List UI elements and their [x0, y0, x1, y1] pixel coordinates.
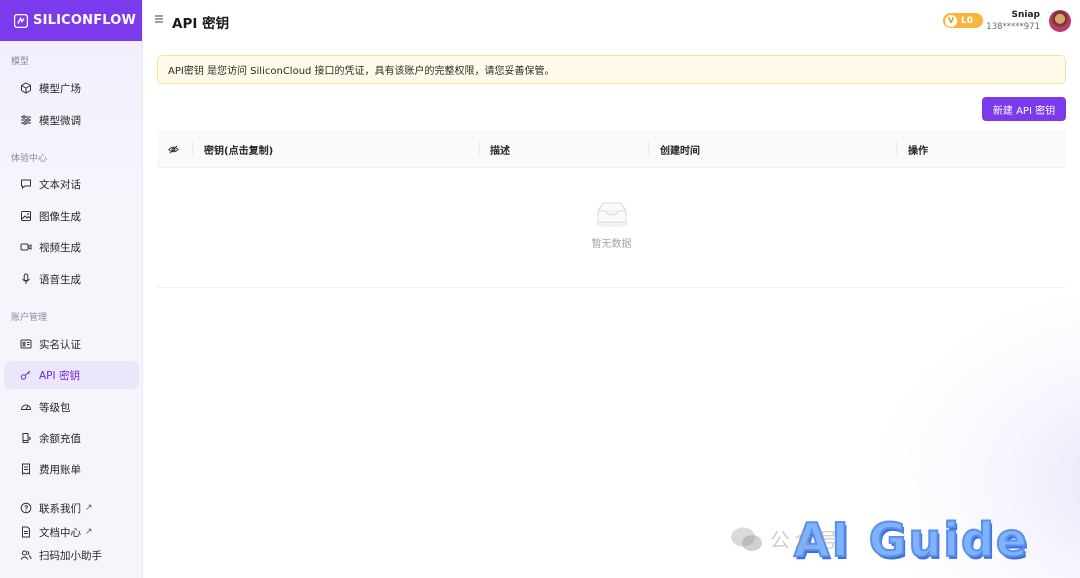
info-notice: API密钥 是您访问 SiliconCloud 接口的凭证，具有该账户的完整权限… [157, 55, 1066, 84]
sidebar-item-voice-gen[interactable]: 语音生成 [4, 265, 139, 293]
user-name: Sniap [1011, 10, 1041, 20]
page-title: API 密钥 [172, 16, 230, 32]
sidebar-item-label: 费用账单 [39, 463, 81, 476]
sidebar-item-video-gen[interactable]: 视频生成 [4, 233, 139, 261]
sidebar-item-label: 等级包 [39, 401, 71, 414]
sidebar-item-recharge[interactable]: 余额充值 [4, 424, 139, 452]
external-link-icon: ↗ [85, 503, 93, 513]
external-link-icon: ↗ [85, 527, 93, 537]
empty-text: 暂无数据 [591, 239, 632, 250]
sidebar: SILICONFLOW 模型 模型广场 模型微调 体验中心 文本对话 图像生成 … [0, 0, 143, 578]
eye-off-icon [168, 145, 179, 153]
main-content: API 密钥 V L0 Sniap 138*****971 API密钥 是您访问… [143, 0, 1080, 578]
sidebar-item-model-square[interactable]: 模型广场 [4, 74, 139, 102]
new-api-key-button[interactable]: 新建 API 密钥 [982, 97, 1066, 121]
sidebar-item-label: 余额充值 [39, 432, 81, 445]
sidebar-item-label: 文档中心 [39, 526, 81, 539]
section-label-models: 模型 [11, 57, 30, 67]
sidebar-item-label: 模型广场 [39, 82, 81, 95]
users-icon [20, 550, 32, 560]
column-divider [896, 141, 897, 157]
sidebar-item-label: 联系我们 [39, 502, 81, 515]
sidebar-item-label: 实名认证 [39, 338, 81, 351]
section-label-account: 账户管理 [11, 313, 48, 323]
help-circle-icon [20, 502, 32, 514]
sidebar-item-label: API 密钥 [39, 369, 80, 382]
sidebar-item-verification[interactable]: 实名认证 [4, 330, 139, 358]
image-icon [21, 211, 31, 221]
siliconflow-logo-icon [14, 13, 28, 28]
brand-name: SILICONFLOW [33, 13, 137, 28]
level-badge[interactable]: V L0 [943, 13, 983, 28]
sidebar-item-level-pack[interactable]: 等级包 [4, 393, 139, 421]
vip-icon: V [945, 14, 957, 27]
sidebar-item-image-gen[interactable]: 图像生成 [4, 202, 139, 230]
sidebar-item-api-keys[interactable]: API 密钥 [4, 361, 139, 389]
toggle-visibility-button[interactable] [168, 130, 179, 168]
app-window: SILICONFLOW 模型 模型广场 模型微调 体验中心 文本对话 图像生成 … [0, 0, 1080, 578]
sidebar-item-label: 视频生成 [39, 241, 81, 254]
sidebar-item-label: 语音生成 [39, 273, 81, 286]
gauge-icon [20, 404, 32, 410]
watermark-subtext: 公众号 [770, 528, 842, 552]
id-card-icon [20, 339, 32, 349]
chat-icon [21, 179, 31, 190]
sidebar-item-billing[interactable]: 费用账单 [4, 455, 139, 483]
cube-icon [21, 82, 31, 94]
column-divider [192, 141, 193, 157]
brand-logo[interactable]: SILICONFLOW [0, 0, 142, 41]
sidebar-item-assistant[interactable]: 扫码加小助手 [4, 541, 139, 569]
avatar[interactable] [1049, 10, 1071, 32]
empty-state: 暂无数据 [157, 198, 1066, 250]
column-header-created-at: 创建时间 [660, 145, 700, 157]
column-divider [648, 141, 649, 157]
column-header-key: 密钥(点击复制) [204, 145, 274, 157]
user-phone: 138*****971 [986, 22, 1040, 32]
section-label-experience: 体验中心 [11, 154, 48, 164]
sliders-icon [21, 115, 31, 125]
sidebar-item-text-chat[interactable]: 文本对话 [4, 170, 139, 198]
table-header: 密钥(点击复制) 描述 创建时间 操作 [157, 130, 1066, 168]
api-keys-table: 密钥(点击复制) 描述 创建时间 操作 暂无数据 [157, 130, 1066, 288]
empty-inbox-icon [594, 202, 629, 227]
recharge-icon [22, 433, 32, 443]
key-icon [20, 370, 31, 380]
column-header-actions: 操作 [908, 145, 928, 157]
sidebar-item-finetune[interactable]: 模型微调 [4, 106, 139, 134]
doc-icon [22, 526, 30, 538]
column-header-description: 描述 [490, 145, 510, 157]
sidebar-item-label: 扫码加小助手 [39, 549, 102, 562]
column-divider [479, 141, 480, 157]
sidebar-item-label: 图像生成 [39, 210, 81, 223]
watermark: 公众号 AI Guide [730, 510, 1029, 570]
wechat-icon [731, 527, 762, 551]
bill-icon [22, 463, 30, 475]
sidebar-item-label: 文本对话 [39, 178, 81, 191]
video-icon [20, 243, 32, 251]
notice-text: API密钥 是您访问 SiliconCloud 接口的凭证，具有该账户的完整权限… [168, 66, 555, 77]
level-label: L0 [961, 15, 973, 26]
top-bar: API 密钥 V L0 Sniap 138*****971 [143, 0, 1080, 41]
sidebar-item-label: 模型微调 [39, 114, 81, 127]
menu-icon[interactable] [154, 14, 164, 24]
mic-icon [22, 273, 30, 284]
